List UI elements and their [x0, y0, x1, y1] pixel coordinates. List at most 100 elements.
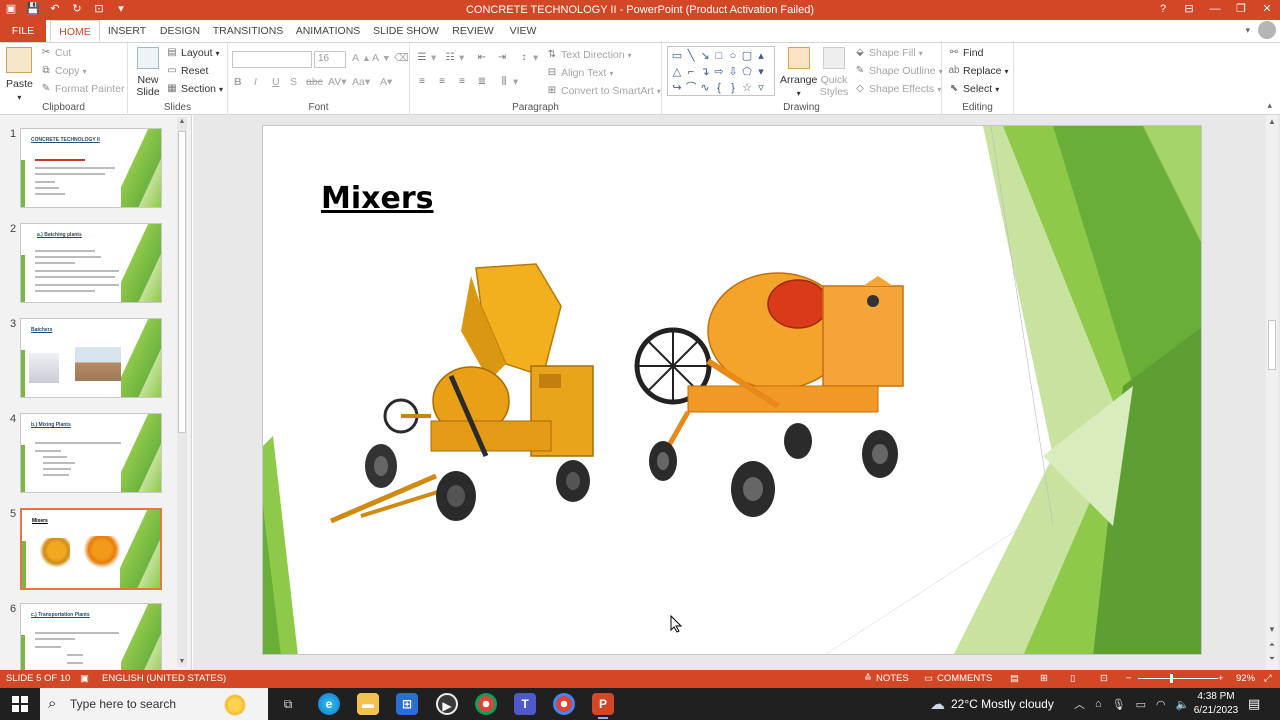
slide-title[interactable]: Mixers [321, 181, 434, 216]
tab-file[interactable]: FILE [0, 20, 46, 42]
microsoft-store-icon[interactable]: ⊞ [396, 693, 418, 715]
close-icon[interactable]: ✕ [1260, 2, 1274, 16]
taskbar-search[interactable]: ⌕ Type here to search [40, 688, 268, 720]
right-arrow-shape-icon[interactable]: ⇨ [712, 64, 726, 80]
notifications-icon[interactable]: ▤ [1248, 688, 1260, 720]
italic-button[interactable]: I [254, 76, 257, 88]
bullets-button[interactable]: ☰ ▾ [416, 52, 437, 64]
strikethrough-button[interactable]: abc [306, 76, 323, 88]
slide-thumbnail-4[interactable]: b.) Mixing Plants [20, 413, 162, 493]
find-button[interactable]: ⚯ Find [948, 47, 984, 59]
font-color-button[interactable]: A▾ [380, 76, 392, 88]
section-button[interactable]: ▦ Section ▾ [166, 83, 223, 95]
spelling-check-icon[interactable]: ▣ [80, 673, 89, 684]
paste-button[interactable]: Paste ▾ [6, 47, 33, 102]
align-right-button[interactable]: ≡ [456, 76, 468, 88]
tab-animations[interactable]: ANIMATIONS [292, 20, 364, 42]
quick-styles-button[interactable]: Quick Styles [820, 47, 848, 98]
scrollbar-thumb[interactable] [178, 131, 186, 433]
media-player-icon[interactable]: ▶ [436, 693, 458, 715]
mixer-image-2[interactable] [628, 256, 918, 536]
columns-button[interactable]: ⫼ ▾ [498, 76, 519, 88]
tab-view[interactable]: VIEW [504, 20, 542, 42]
scrollbar-thumb[interactable] [1268, 320, 1276, 370]
elbow-connector-icon[interactable]: ⌐ [684, 64, 698, 80]
notes-button[interactable]: ≙ NOTES [864, 673, 909, 684]
tab-home[interactable]: HOME [50, 20, 100, 42]
account-dropdown-icon[interactable]: ▾ [1245, 25, 1250, 36]
file-explorer-icon[interactable]: ▬ [357, 693, 379, 715]
minimize-icon[interactable]: — [1208, 2, 1222, 16]
fit-to-window-icon[interactable]: ⤢ [1264, 673, 1272, 684]
language-indicator[interactable]: ENGLISH (UNITED STATES) [102, 673, 226, 684]
character-spacing-button[interactable]: AV▾ [328, 76, 347, 88]
slide-show-view-icon[interactable]: ⊡ [1100, 673, 1108, 684]
next-slide-icon[interactable]: ⏷ [1266, 654, 1278, 664]
shrink-font-button[interactable]: A ▼ [372, 52, 391, 64]
select-button[interactable]: ⬉ Select ▾ [948, 83, 999, 95]
slide-thumbnail-5[interactable]: Mixers [20, 508, 162, 590]
star-shape-icon[interactable]: ☆ [740, 80, 754, 96]
microphone-icon[interactable]: 🎙 [1112, 698, 1126, 711]
text-direction-button[interactable]: ⇅ Text Direction ▾ [546, 49, 632, 61]
scroll-up-icon[interactable]: ▲ [1266, 117, 1278, 126]
windows-start-icon[interactable] [12, 696, 28, 712]
network-icon[interactable]: ⌂ [1095, 698, 1102, 710]
align-left-button[interactable]: ≡ [416, 76, 428, 88]
tab-slide-show[interactable]: SLIDE SHOW [370, 20, 442, 42]
convert-smartart-button[interactable]: ⊞ Convert to SmartArt ▾ [546, 85, 661, 97]
format-painter-button[interactable]: ✎ Format Painter [40, 83, 125, 95]
numbering-button[interactable]: ☷ ▾ [444, 52, 465, 64]
scroll-down-icon[interactable]: ▼ [177, 657, 187, 667]
slide-scrollbar[interactable]: ▲ ▼ ⏶ ⏷ [1266, 115, 1278, 670]
right-brace-shape-icon[interactable]: } [726, 80, 740, 96]
ribbon-display-options-icon[interactable]: ⊟ [1182, 2, 1196, 16]
down-arrow-shape-icon[interactable]: ⇩ [726, 64, 740, 80]
new-slide-button[interactable]: New Slide [133, 47, 163, 98]
wifi-icon[interactable]: ◠ [1156, 698, 1166, 711]
slide-thumbnail-6[interactable]: c.) Transportation Plants [20, 603, 162, 670]
arrange-button[interactable]: Arrange ▾ [780, 47, 817, 98]
slide-thumbnail-2[interactable]: a.) Batching plants [20, 223, 162, 303]
gallery-scroll-up-icon[interactable]: ▴ [754, 48, 768, 64]
decrease-indent-button[interactable]: ⇤ [476, 52, 488, 64]
previous-slide-icon[interactable]: ⏶ [1266, 640, 1278, 650]
triangle-shape-icon[interactable]: △ [670, 64, 684, 80]
grow-font-button[interactable]: A ▲ [352, 52, 371, 64]
battery-icon[interactable]: ▭ [1136, 698, 1146, 711]
bold-button[interactable]: B [234, 76, 242, 88]
shadow-button[interactable]: S [290, 76, 297, 88]
change-case-button[interactable]: Aa▾ [352, 76, 370, 88]
tab-design[interactable]: DESIGN [156, 20, 204, 42]
weather-widget[interactable]: ☁ 22°C Mostly cloudy [930, 688, 1054, 720]
thumbnails-scrollbar[interactable]: ▲ ▼ [177, 117, 187, 667]
arc-shape-icon[interactable]: ⌒ [684, 80, 698, 96]
avatar[interactable] [1258, 21, 1276, 39]
slide-canvas[interactable]: Mixers [262, 125, 1202, 655]
line-spacing-button[interactable]: ↕ ▾ [518, 52, 539, 64]
clear-format-icon[interactable]: ⌫ [394, 52, 409, 64]
increase-indent-button[interactable]: ⇥ [496, 52, 508, 64]
reading-view-icon[interactable]: ▯ [1070, 673, 1075, 684]
scroll-up-icon[interactable]: ▲ [177, 117, 187, 127]
mixer-image-1[interactable] [321, 256, 611, 546]
tab-insert[interactable]: INSERT [104, 20, 150, 42]
chrome-icon[interactable] [475, 693, 497, 715]
teams-icon[interactable]: T [514, 693, 536, 715]
tab-review[interactable]: REVIEW [448, 20, 498, 42]
elbow-arrow-icon[interactable]: ↴ [698, 64, 712, 80]
cut-button[interactable]: ✂ Cut [40, 47, 72, 59]
shape-effects-button[interactable]: ◇ Shape Effects ▾ [854, 83, 941, 95]
align-text-button[interactable]: ⊟ Align Text ▾ [546, 67, 614, 79]
replace-button[interactable]: ab Replace ▾ [948, 65, 1008, 77]
line-shape-icon[interactable]: ╲ [684, 48, 698, 64]
task-view-icon[interactable]: ⧉ [277, 693, 299, 715]
tab-transitions[interactable]: TRANSITIONS [210, 20, 286, 42]
oval-shape-icon[interactable]: ○ [726, 48, 740, 64]
left-brace-shape-icon[interactable]: { [712, 80, 726, 96]
slide-thumbnail-3[interactable]: Batchers [20, 318, 162, 398]
reset-button[interactable]: ▭ Reset [166, 65, 208, 77]
edge-browser-icon[interactable]: e [318, 693, 340, 715]
help-icon[interactable]: ? [1156, 2, 1170, 16]
arrow-shape-icon[interactable]: ↘ [698, 48, 712, 64]
